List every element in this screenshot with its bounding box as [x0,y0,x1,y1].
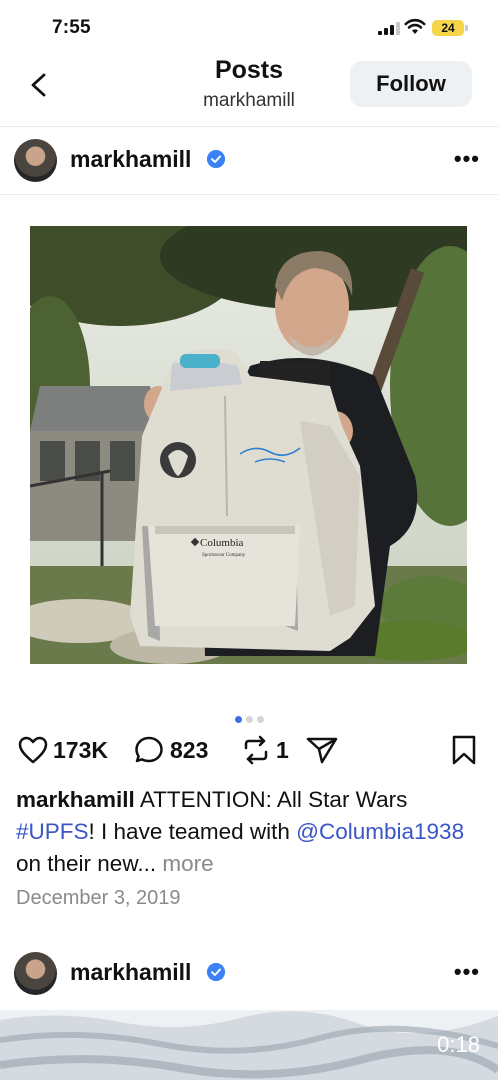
avatar[interactable] [14,139,57,182]
verified-badge-icon [207,963,225,981]
next-post-username[interactable]: markhamill [70,959,191,986]
post-actions: 173K 823 1 [0,730,498,774]
bookmark-icon [452,735,476,765]
carousel-indicator [0,710,498,728]
battery-icon: 24 [432,20,464,36]
signal-icon [378,22,400,35]
posts-header: Posts markhamill Follow [0,56,498,124]
status-bar: 7:55 24 [0,0,498,56]
comment-action[interactable]: 823 [134,730,208,770]
battery-tip [465,25,468,31]
comment-count: 823 [170,736,209,763]
follow-button[interactable]: Follow [350,61,472,107]
post-username[interactable]: markhamill [70,146,191,173]
caption-more-link[interactable]: more [162,851,213,876]
like-action[interactable]: 173K [17,730,108,770]
post-caption: markhamill ATTENTION: All Star Wars #UPF… [16,784,486,880]
like-count: 173K [53,736,108,763]
verified-badge-icon [207,150,225,168]
caption-mention[interactable]: @Columbia1938 [296,819,464,844]
divider [0,194,498,195]
post-header: markhamill ••• [0,130,498,190]
wifi-icon [404,18,426,34]
caption-text: ! I have teamed with [88,819,297,844]
jacket-brand-subtext: Sportswear Company [202,553,246,558]
divider [0,126,498,127]
post-image[interactable]: Columbia Sportswear Company [30,226,467,664]
repost-count: 1 [276,736,289,763]
share-icon [306,737,338,764]
video-duration: 0:18 [437,1032,480,1057]
photo-illustration: Columbia Sportswear Company [30,226,467,664]
jacket-brand-text: Columbia [200,537,244,549]
repost-action[interactable]: 1 [240,730,289,770]
carousel-dot [245,716,253,723]
comment-icon [135,736,163,763]
caption-text: ATTENTION: All Star Wars [134,787,408,812]
next-post-video[interactable]: 0:18 [0,1010,498,1080]
next-post-header: markhamill ••• [0,943,498,1003]
post-date: December 3, 2019 [16,887,181,909]
caption-text: on their new... [16,851,163,876]
carousel-dot [256,716,264,723]
repost-icon [244,735,268,765]
more-options-icon[interactable]: ••• [454,959,480,985]
share-action[interactable] [305,730,343,770]
more-options-icon[interactable]: ••• [454,146,480,172]
save-action[interactable] [450,730,482,770]
caption-username[interactable]: markhamill [16,787,135,812]
heart-icon [18,736,48,764]
video-thumbnail [0,1010,498,1080]
carousel-dot-active [234,716,242,723]
avatar[interactable] [14,952,57,995]
caption-hashtag[interactable]: #UPFS [16,819,89,844]
status-time: 7:55 [52,17,91,38]
